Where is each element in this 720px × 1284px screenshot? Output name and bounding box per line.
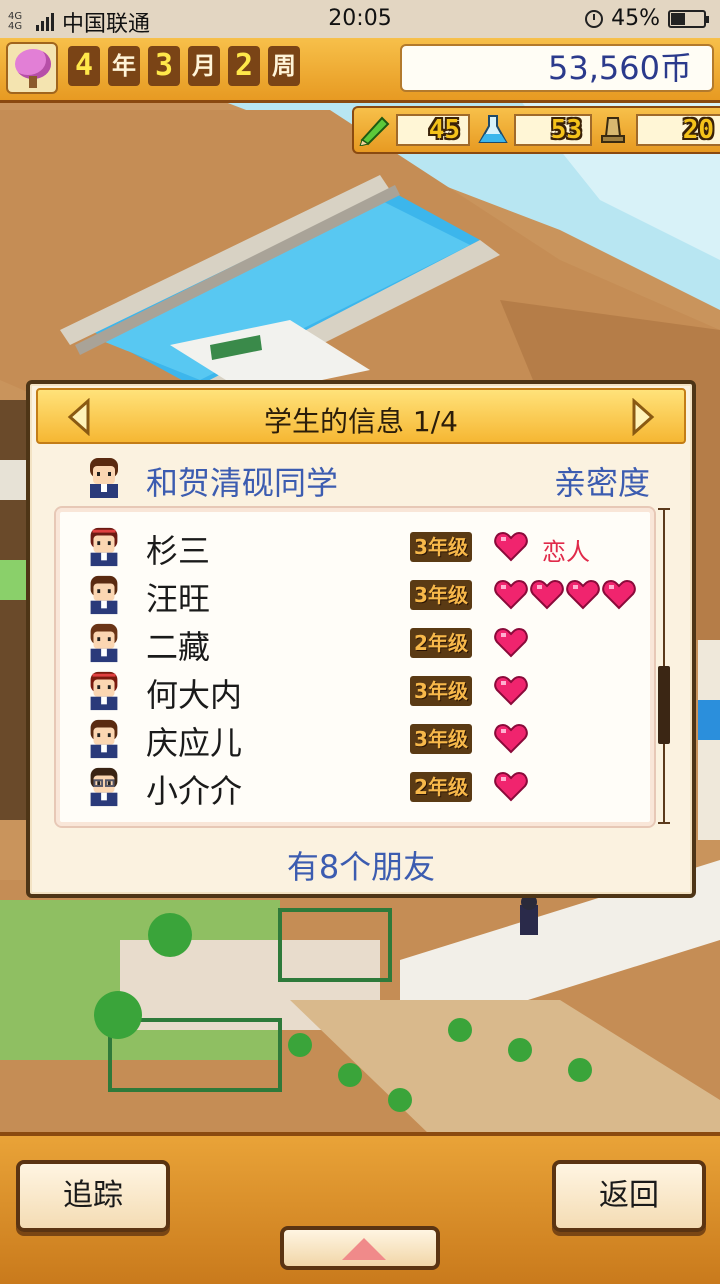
friend-avatar <box>90 623 118 663</box>
student-info-dialog: 学生的信息 1/4 和贺清砚同学 亲密度 杉三 3年级 恋人 汪旺 3年级 二藏 2年级 何大… <box>26 380 696 898</box>
week-label: 周 <box>268 46 300 86</box>
list-item[interactable]: 庆应儿 3年级 <box>84 714 644 762</box>
list-item[interactable]: 杉三 3年级 恋人 <box>84 522 644 570</box>
tree-trunk <box>29 76 37 88</box>
list-item[interactable]: 汪旺 3年级 <box>84 570 644 618</box>
friend-avatar <box>90 719 118 759</box>
list-item[interactable]: 二藏 2年级 <box>84 618 644 666</box>
status-bar: 4G 4G 中国联通 20:05 45% <box>0 0 720 38</box>
heart-icon <box>566 579 600 610</box>
friend-avatar <box>90 575 118 615</box>
friend-name: 庆应儿 <box>146 724 243 762</box>
heart-icon <box>494 675 528 706</box>
grade-badge: 2年级 <box>410 772 472 802</box>
scrollbar[interactable] <box>658 508 670 824</box>
student-avatar[interactable] <box>84 454 124 500</box>
year-label: 年 <box>108 46 140 86</box>
stats-bar: 45 53 20 <box>352 106 720 154</box>
science-stat: 53 <box>514 114 592 146</box>
month-label: 月 <box>188 46 220 86</box>
top-hud: 4 年 3 月 2 周 53,560币 <box>0 38 720 103</box>
next-page-arrow-icon[interactable] <box>630 398 656 436</box>
year-number: 4 <box>68 46 100 86</box>
list-item[interactable]: 何大内 3年级 <box>84 666 644 714</box>
study-stat: 45 <box>396 114 470 146</box>
scrollbar-cap-top <box>658 508 670 510</box>
friend-avatar <box>90 527 118 567</box>
flask-icon <box>478 115 508 143</box>
intimacy-hearts <box>494 626 528 658</box>
grade-badge: 2年级 <box>410 628 472 658</box>
bottom-bar: 追踪 返回 <box>0 1132 720 1284</box>
expand-menu-button[interactable] <box>280 1226 440 1270</box>
money-display: 53,560币 <box>400 44 714 92</box>
grade-badge: 3年级 <box>410 532 472 562</box>
tree-crown <box>15 49 51 79</box>
heart-icon <box>530 579 564 610</box>
friend-name: 二藏 <box>146 628 211 666</box>
friend-name: 汪旺 <box>146 580 211 618</box>
intimacy-hearts <box>494 674 528 706</box>
heart-icon <box>494 627 528 658</box>
dialog-title: 学生的信息 1/4 <box>264 405 458 438</box>
month-number: 3 <box>148 46 180 86</box>
friend-avatar <box>90 767 118 807</box>
friend-name: 何大内 <box>146 676 243 714</box>
scrollbar-thumb[interactable] <box>658 666 670 744</box>
student-name: 和贺清砚同学 <box>146 464 339 502</box>
track-button[interactable]: 追踪 <box>16 1160 170 1232</box>
grade-badge: 3年级 <box>410 580 472 610</box>
trophy-icon <box>601 117 625 143</box>
cherry-tree-icon[interactable] <box>6 42 58 94</box>
battery-percent: 45% <box>611 6 660 31</box>
friend-list[interactable]: 杉三 3年级 恋人 汪旺 3年级 二藏 2年级 何大内 3年级 庆应儿 3年级 小介介 2年级 <box>54 506 656 828</box>
up-arrow-icon <box>342 1238 386 1260</box>
grade-badge: 3年级 <box>410 676 472 706</box>
dialog-header: 学生的信息 1/4 <box>36 388 686 444</box>
battery-fill <box>671 12 686 25</box>
relation-label: 恋人 <box>542 538 590 566</box>
scrollbar-cap-bottom <box>658 822 670 824</box>
intimacy-hearts <box>494 770 528 802</box>
friends-count: 有8个朋友 <box>286 848 436 886</box>
friend-name: 小介介 <box>146 772 243 810</box>
intimacy-hearts <box>494 530 528 562</box>
game-date: 4 年 3 月 2 周 <box>68 46 300 86</box>
status-right: 45% <box>585 6 709 31</box>
student-header: 和贺清砚同学 亲密度 <box>80 452 660 504</box>
battery-icon <box>668 9 709 28</box>
back-button[interactable]: 返回 <box>552 1160 706 1232</box>
heart-icon <box>494 579 528 610</box>
heart-icon <box>494 723 528 754</box>
alarm-icon <box>585 9 604 28</box>
list-item[interactable]: 小介介 2年级 <box>84 762 644 810</box>
intimacy-hearts <box>494 578 636 610</box>
talent-stat: 20 <box>636 114 720 146</box>
intimacy-hearts <box>494 722 528 754</box>
pencil-icon <box>359 116 390 146</box>
intimacy-header: 亲密度 <box>553 464 650 502</box>
grade-badge: 3年级 <box>410 724 472 754</box>
week-number: 2 <box>228 46 260 86</box>
heart-icon <box>494 531 528 562</box>
friend-name: 杉三 <box>146 532 211 570</box>
heart-icon <box>494 771 528 802</box>
heart-icon <box>602 579 636 610</box>
friend-avatar <box>90 671 118 711</box>
